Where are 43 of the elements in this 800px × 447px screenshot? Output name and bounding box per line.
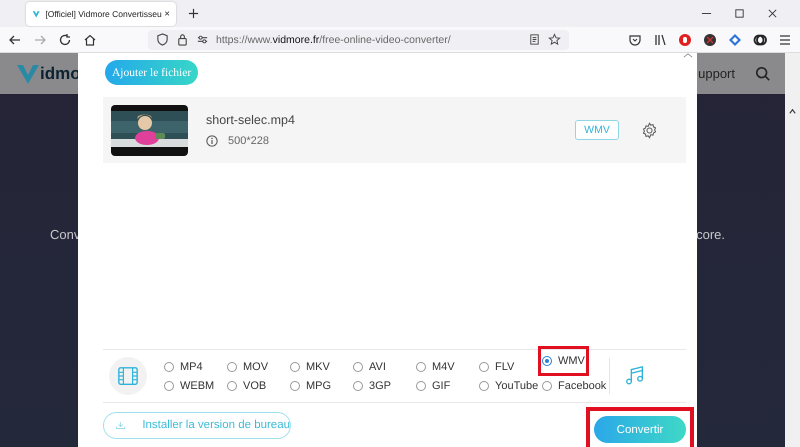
maximize-icon[interactable] (734, 8, 745, 19)
extension-icon[interactable] (753, 32, 767, 46)
reload-icon[interactable] (58, 32, 72, 46)
nav-link[interactable]: upport (698, 66, 735, 81)
format-option[interactable]: MKV (286, 357, 334, 376)
tab-title: [Officiel] Vidmore Convertisseu (45, 8, 162, 18)
format-option[interactable]: MP4 (160, 357, 207, 376)
star-icon[interactable] (548, 33, 561, 46)
pocket-icon[interactable] (628, 32, 642, 46)
resolution-text: 500*228 (228, 135, 269, 147)
format-option[interactable]: WEBM (160, 376, 218, 395)
home-icon[interactable] (83, 32, 97, 46)
reader-icon[interactable] (528, 33, 541, 46)
address-bar[interactable]: https://www.vidmore.fr/free-online-video-converter/ (148, 30, 569, 50)
format-option[interactable]: MPG (286, 376, 336, 395)
back-icon[interactable] (8, 32, 22, 46)
permissions-icon (196, 33, 209, 46)
menu-icon[interactable] (778, 32, 792, 46)
library-icon[interactable] (653, 32, 667, 46)
format-option[interactable]: FLV (475, 357, 518, 376)
format-option[interactable]: WMV (538, 346, 589, 376)
collapse-icon[interactable] (682, 53, 694, 58)
close-icon[interactable] (767, 8, 778, 19)
extension-icon[interactable] (703, 32, 717, 46)
hero-text: core. (696, 227, 725, 242)
scroll-up-icon[interactable] (788, 107, 797, 116)
format-option[interactable]: VOB (223, 376, 270, 395)
browser-tab[interactable]: [Officiel] Vidmore Convertisseu (26, 2, 176, 26)
settings-icon[interactable] (641, 122, 658, 138)
format-option[interactable]: GIF (412, 376, 454, 395)
new-tab-icon[interactable] (188, 8, 199, 19)
format-option[interactable]: M4V (412, 357, 459, 376)
film-icon (117, 365, 139, 387)
format-option[interactable]: 3GP (349, 376, 396, 395)
info-icon (206, 135, 218, 147)
format-option[interactable]: AVI (349, 357, 390, 376)
file-name: short-selec.mp4 (206, 113, 295, 127)
lock-icon (176, 33, 189, 46)
search-icon[interactable] (755, 66, 771, 82)
shield-icon (156, 33, 169, 46)
url-text: https://www.vidmore.fr/free-online-video-converter/ (216, 34, 451, 46)
close-icon[interactable] (164, 9, 170, 18)
format-option[interactable]: MOV (223, 357, 272, 376)
